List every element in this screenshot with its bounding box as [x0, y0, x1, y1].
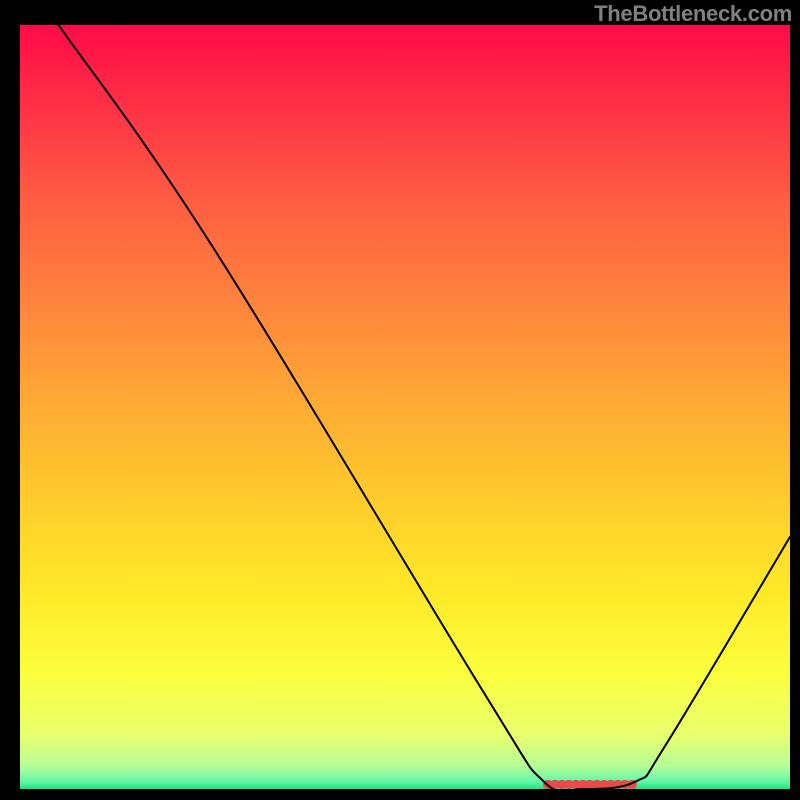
watermark-text: TheBottleneck.com: [594, 1, 792, 27]
bottleneck-chart: TheBottleneck.com: [0, 0, 800, 800]
gradient-background: [20, 25, 790, 789]
chart-canvas: [0, 0, 800, 800]
